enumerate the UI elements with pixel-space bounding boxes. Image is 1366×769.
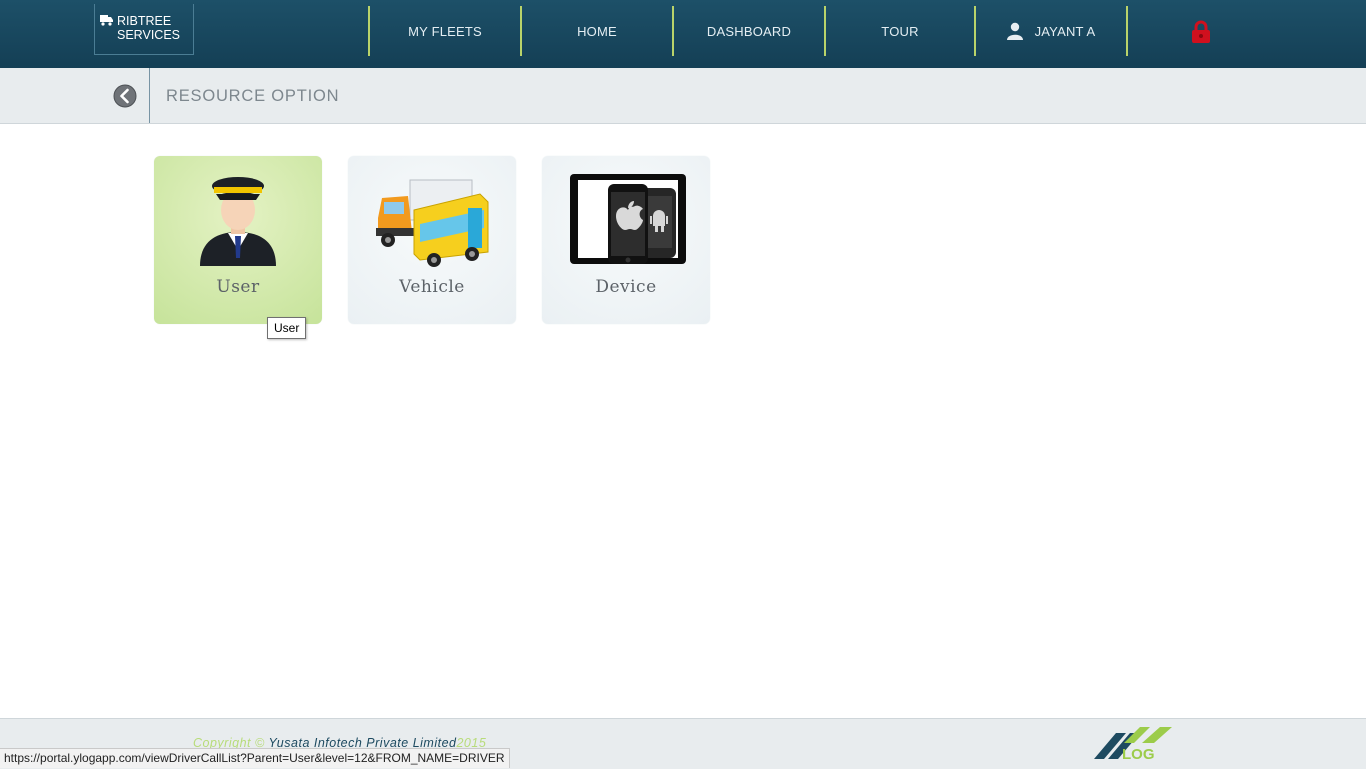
truck-logo-icon xyxy=(100,15,113,26)
nav-separator xyxy=(1126,6,1128,56)
driver-icon xyxy=(200,177,276,266)
tooltip: User xyxy=(267,317,307,339)
nav-my-fleets[interactable]: MY FLEETS xyxy=(370,6,520,56)
brand-line1: RIBTREE xyxy=(117,14,172,28)
top-navigation-bar: RIBTREE SERVICES MY FLEETS HOME DASHBOAR… xyxy=(0,0,1366,68)
lock-icon[interactable] xyxy=(1190,20,1212,44)
status-bar-url: https://portal.ylogapp.com/viewDriverCal… xyxy=(0,748,510,768)
nav-my-fleets-label: MY FLEETS xyxy=(408,23,482,39)
brand-line2: SERVICES xyxy=(117,28,180,42)
ylog-logo-icon: LOG xyxy=(1094,727,1172,763)
brand-logo[interactable]: RIBTREE SERVICES xyxy=(94,4,194,55)
nav-user-profile[interactable]: JAYANT A xyxy=(976,6,1126,56)
user-tile-label: User xyxy=(216,277,260,297)
nav-home-label: HOME xyxy=(577,23,617,39)
devices-icon xyxy=(570,174,686,264)
nav-dashboard[interactable]: DASHBOARD xyxy=(674,6,824,56)
page-title: RESOURCE OPTION xyxy=(166,87,340,105)
nav-tour-label: TOUR xyxy=(881,23,919,39)
back-arrow-icon[interactable] xyxy=(113,84,137,108)
user-tile[interactable]: User xyxy=(154,156,322,324)
ylog-logo-text: LOG xyxy=(1122,746,1155,763)
nav-home[interactable]: HOME xyxy=(522,6,672,56)
header-divider xyxy=(149,68,150,123)
user-icon xyxy=(1006,22,1023,40)
device-tile[interactable]: Device xyxy=(542,156,710,324)
nav-dashboard-label: DASHBOARD xyxy=(706,23,792,39)
nav-tour[interactable]: TOUR xyxy=(826,6,974,56)
vehicle-tile-label: Vehicle xyxy=(399,277,465,297)
device-tile-label: Device xyxy=(595,277,657,297)
vehicles-icon xyxy=(376,179,489,267)
nav-user-name: JAYANT A xyxy=(1034,23,1096,39)
vehicle-tile[interactable]: Vehicle xyxy=(348,156,516,324)
page-header: RESOURCE OPTION xyxy=(0,68,1366,124)
